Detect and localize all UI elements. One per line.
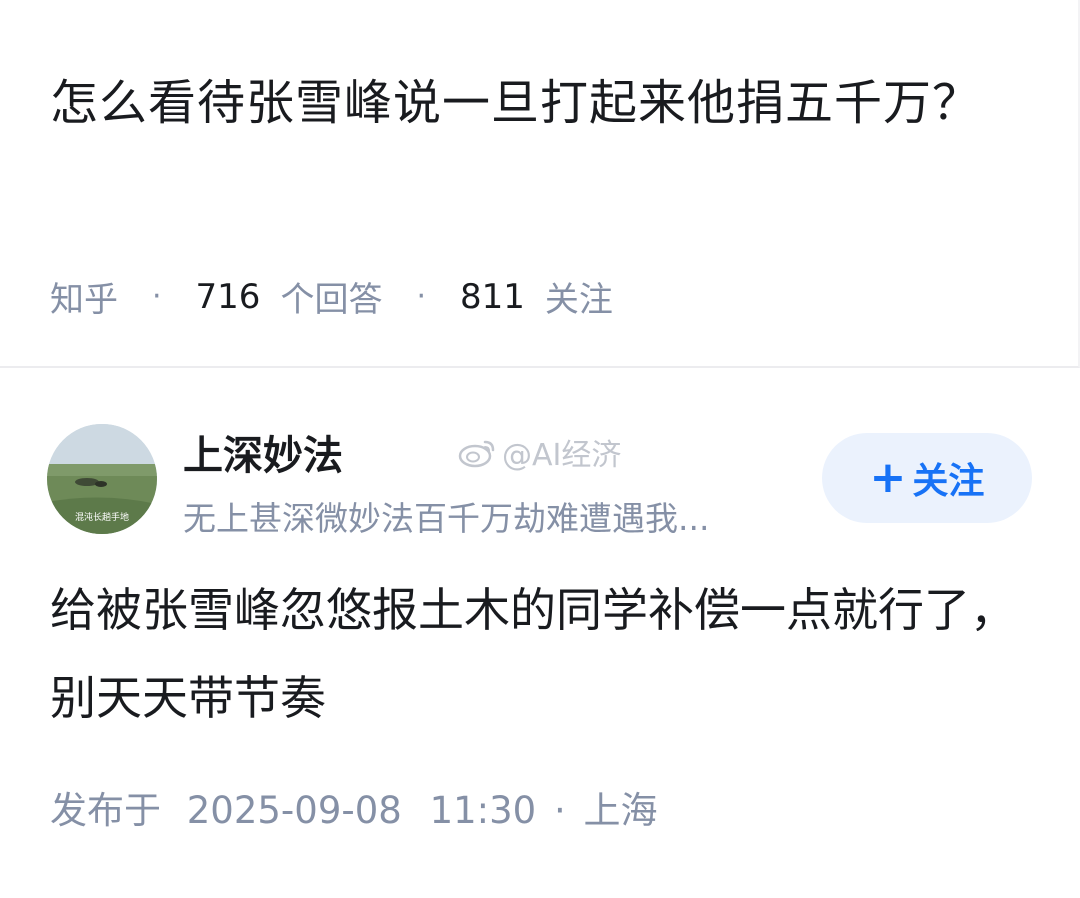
meta-separator: ·	[416, 279, 426, 314]
question-meta: 知乎 · 716 个回答 · 811 关注	[50, 272, 613, 321]
answer-content[interactable]: 给被张雪峰忽悠报土木的同学补偿一点就行了，别天天带节奏	[50, 566, 1040, 742]
author-bio: 无上甚深微妙法百千万劫难遭遇我...	[183, 499, 710, 538]
answer-card: 混沌长趟手地 上深妙法 无上甚深微妙法百千万劫难遭遇我... @AI经济 + 关…	[0, 368, 1080, 898]
weibo-icon	[458, 440, 495, 468]
follow-button[interactable]: + 关注	[822, 433, 1032, 523]
meta-separator: ·	[152, 279, 162, 314]
location: 上海	[583, 789, 658, 832]
followers-label: 关注	[544, 280, 613, 320]
answers-label: 个回答	[280, 280, 383, 320]
plus-icon: +	[869, 452, 907, 503]
location-separator: ·	[553, 789, 566, 832]
question-title[interactable]: 怎么看待张雪峰说一旦打起来他捐五千万？	[50, 52, 1025, 155]
follow-button-label: 关注	[912, 461, 985, 502]
published-time: 11:30	[429, 789, 537, 832]
question-card[interactable]: 怎么看待张雪峰说一旦打起来他捐五千万？ 知乎 · 716 个回答 · 811 关…	[0, 0, 1080, 368]
answer-meta: 发布于 2025-09-08 11:30 · 上海	[50, 780, 658, 834]
answers-count: 716	[195, 276, 261, 317]
published-label: 发布于	[50, 789, 161, 832]
avatar[interactable]: 混沌长趟手地	[47, 424, 157, 534]
avatar-image: 混沌长趟手地	[47, 424, 157, 534]
watermark: @AI经济	[458, 430, 621, 474]
author-name[interactable]: 上深妙法	[183, 423, 343, 481]
followers-count: 811	[460, 276, 525, 317]
avatar-caption: 混沌长趟手地	[75, 511, 129, 523]
source-label: 知乎	[50, 280, 118, 320]
watermark-text: @AI经济	[502, 438, 622, 473]
published-date: 2025-09-08	[186, 789, 402, 832]
